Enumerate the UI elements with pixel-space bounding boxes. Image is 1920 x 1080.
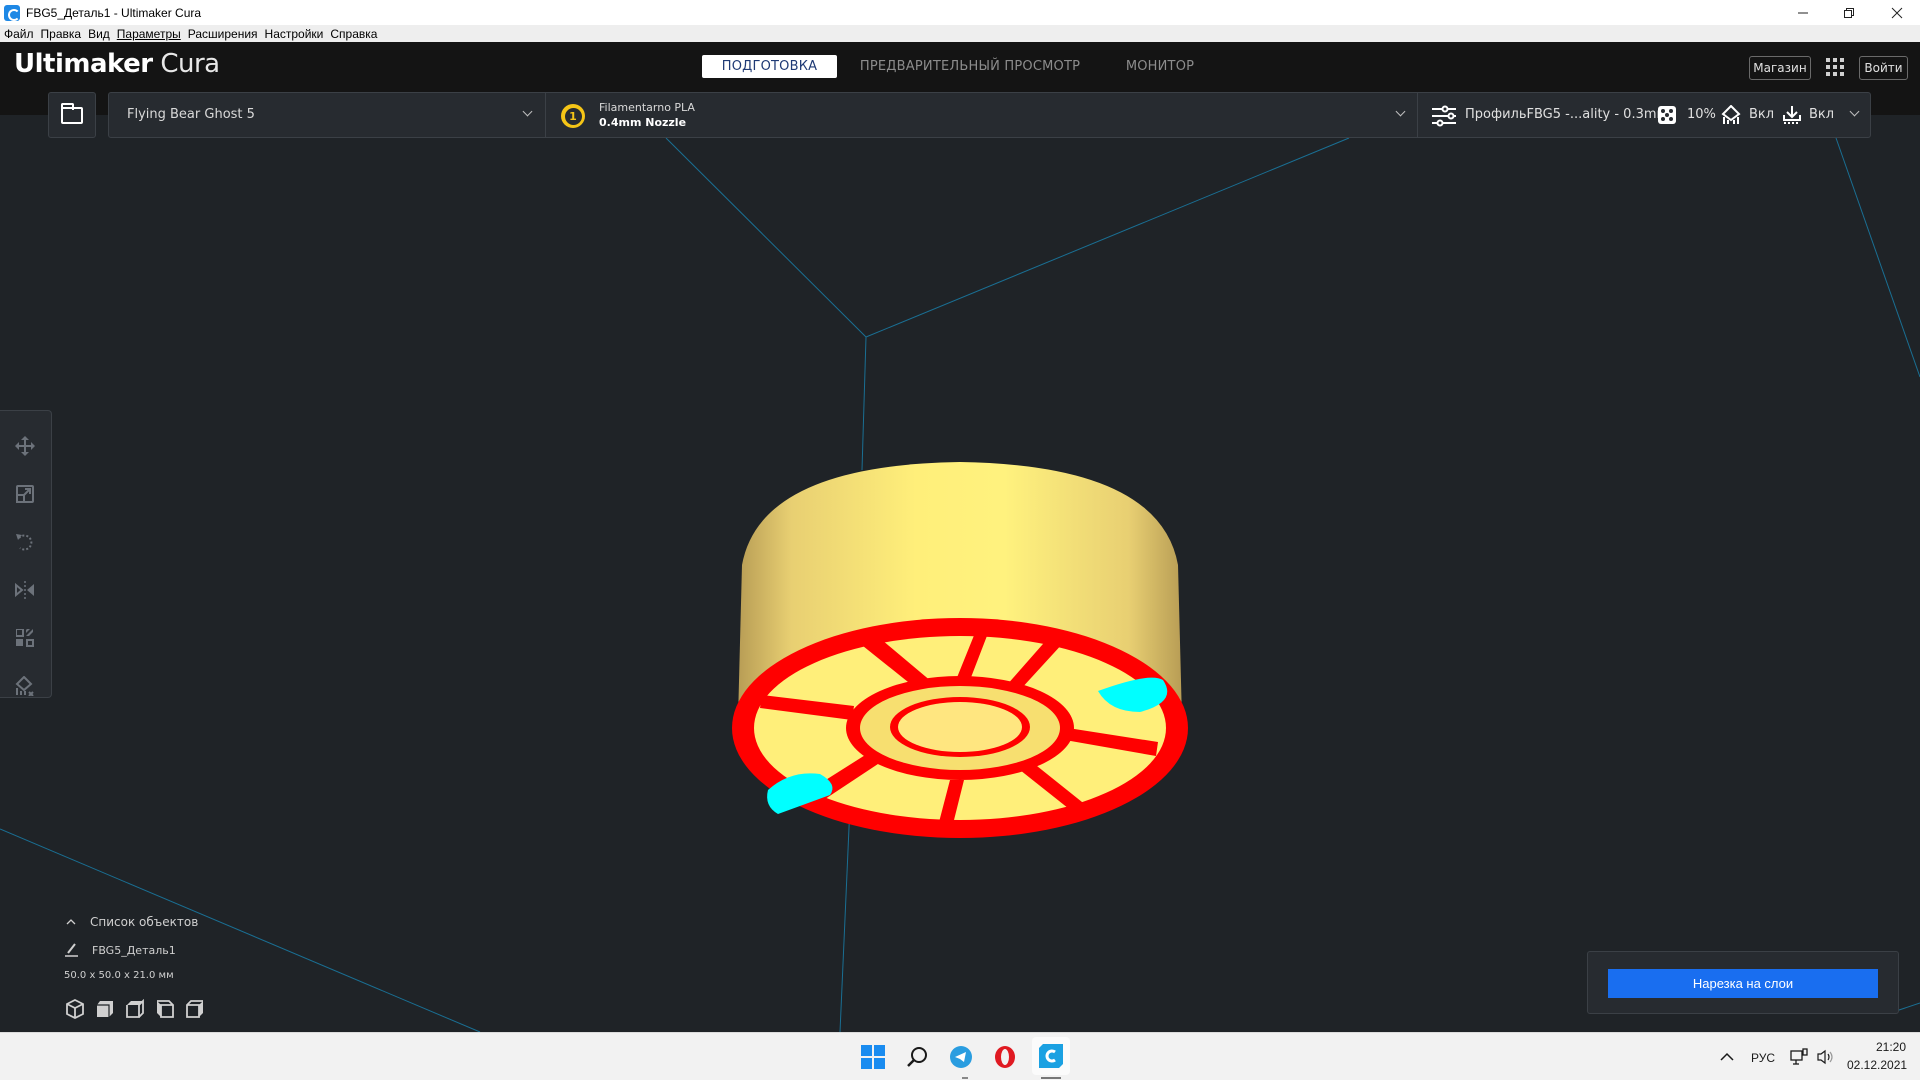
menu-help[interactable]: Справка xyxy=(330,27,377,41)
scale-icon xyxy=(16,485,34,503)
per-model-settings-icon xyxy=(16,629,34,647)
marketplace-button[interactable]: Магазин xyxy=(1749,56,1811,80)
object-list-toggle[interactable]: Список объектов xyxy=(90,915,198,929)
close-icon xyxy=(1891,7,1903,18)
build-volume-edge xyxy=(665,137,867,338)
tab-preview[interactable]: ПРЕДВАРИТЕЛЬНЫЙ ПРОСМОТР xyxy=(858,55,1082,78)
cura-icon xyxy=(1039,1044,1063,1068)
build-volume-edge xyxy=(865,137,1350,338)
support-blocker-icon xyxy=(15,676,34,696)
open-file-button[interactable] xyxy=(48,92,96,138)
opera-app[interactable] xyxy=(989,1041,1021,1073)
material-name: Filamentarno PLA xyxy=(599,101,695,114)
infill-value: 10% xyxy=(1687,107,1716,122)
window-title: FBG5_Деталь1 - Ultimaker Cura xyxy=(26,5,202,20)
model-hub-hole xyxy=(898,702,1022,752)
chevron-up-icon[interactable] xyxy=(66,918,76,926)
left-view-button[interactable] xyxy=(155,999,175,1019)
tray-chevron-up-icon[interactable] xyxy=(1720,1052,1734,1062)
infill-icon xyxy=(1658,106,1676,124)
adhesion-value: Вкл xyxy=(1809,107,1835,122)
chevron-down-icon xyxy=(522,106,533,117)
folder-icon xyxy=(61,102,83,124)
logo-light: Cura xyxy=(160,49,220,79)
printer-selector[interactable]: Flying Bear Ghost 5 xyxy=(109,93,546,137)
rotate-icon xyxy=(16,534,33,551)
sliders-icon xyxy=(1432,105,1456,127)
close-button[interactable] xyxy=(1874,0,1920,25)
menu-bar: Файл Правка Вид Параметры Расширения Нас… xyxy=(0,25,1920,42)
app-logo: Ultimaker Cura xyxy=(14,49,220,79)
extruder-badge: 1 xyxy=(561,104,585,128)
build-volume-edge xyxy=(1895,1002,1920,1012)
sign-in-button[interactable]: Войти xyxy=(1859,56,1908,80)
windows-start-button[interactable] xyxy=(857,1041,889,1073)
build-volume-edge xyxy=(1835,137,1920,378)
slice-button[interactable]: Нарезка на слои xyxy=(1608,969,1878,998)
support-blocker-button[interactable] xyxy=(14,675,36,697)
opera-icon xyxy=(995,1046,1015,1068)
nozzle-size: 0.4mm Nozzle xyxy=(599,116,687,129)
mirror-tool-button[interactable] xyxy=(14,579,36,601)
3d-viewport[interactable] xyxy=(0,115,1920,1032)
top-view-button[interactable] xyxy=(125,999,145,1019)
menu-edit[interactable]: Правка xyxy=(41,27,82,41)
move-tool-button[interactable] xyxy=(14,435,36,457)
printer-name: Flying Bear Ghost 5 xyxy=(127,107,255,122)
menu-extensions[interactable]: Расширения xyxy=(188,27,258,41)
volume-icon[interactable] xyxy=(1817,1049,1835,1065)
tab-prepare[interactable]: ПОДГОТОВКА xyxy=(702,55,837,78)
menu-view[interactable]: Вид xyxy=(88,27,110,41)
right-view-button[interactable] xyxy=(185,999,205,1019)
cura-app[interactable] xyxy=(1032,1037,1070,1075)
mirror-icon xyxy=(15,581,34,599)
object-dimensions: 50.0 x 50.0 x 21.0 мм xyxy=(64,970,174,981)
per-model-settings-button[interactable] xyxy=(14,627,36,649)
windows-taskbar: РУС 21:20 02.12.2021 xyxy=(0,1032,1920,1080)
edit-icon xyxy=(65,943,78,957)
material-selector[interactable] xyxy=(546,93,1417,137)
logo-bold: Ultimaker xyxy=(14,49,153,79)
active-indicator xyxy=(1041,1077,1061,1079)
telegram-icon xyxy=(950,1046,972,1068)
object-name[interactable]: FBG5_Деталь1 xyxy=(92,944,176,957)
title-bar: FBG5_Деталь1 - Ultimaker Cura xyxy=(0,0,1920,25)
action-panel: Нарезка на слои xyxy=(1587,951,1899,1014)
3d-view-button[interactable] xyxy=(65,999,85,1019)
adhesion-icon xyxy=(1783,106,1801,124)
support-value: Вкл xyxy=(1749,107,1775,122)
search-icon xyxy=(907,1047,927,1067)
tab-monitor[interactable]: МОНИТОР xyxy=(1118,55,1202,78)
restore-icon xyxy=(1844,7,1854,18)
support-icon xyxy=(1721,105,1741,124)
move-icon xyxy=(15,436,35,456)
rotate-tool-button[interactable] xyxy=(14,531,36,553)
clock-date[interactable]: 02.12.2021 xyxy=(1847,1058,1907,1072)
minimize-button[interactable] xyxy=(1780,0,1826,25)
network-icon[interactable] xyxy=(1790,1048,1808,1066)
menu-settings[interactable]: Параметры xyxy=(117,27,181,41)
menu-preferences[interactable]: Настройки xyxy=(265,27,324,41)
menu-file[interactable]: Файл xyxy=(4,27,34,41)
tool-panel xyxy=(0,410,52,698)
front-view-button[interactable] xyxy=(95,999,115,1019)
apps-grid-icon[interactable] xyxy=(1826,58,1844,76)
maximize-button[interactable] xyxy=(1826,0,1872,25)
telegram-app[interactable] xyxy=(945,1041,977,1073)
running-indicator xyxy=(962,1077,968,1079)
cura-app-icon xyxy=(4,4,20,21)
windows-start-icon xyxy=(861,1045,885,1069)
profile-name: ПрофильFBG5 -...ality - 0.3mm xyxy=(1465,107,1670,122)
printer-selector-bar: Flying Bear Ghost 5 1 Filamentarno PLA 0… xyxy=(108,92,1871,138)
minimize-icon xyxy=(1798,12,1808,13)
taskbar-search-button[interactable] xyxy=(901,1041,933,1073)
clock-time[interactable]: 21:20 xyxy=(1876,1040,1906,1054)
3d-model[interactable] xyxy=(720,440,1200,840)
extruder-number: 1 xyxy=(564,107,582,125)
scale-tool-button[interactable] xyxy=(14,483,36,505)
language-indicator[interactable]: РУС xyxy=(1751,1051,1775,1065)
